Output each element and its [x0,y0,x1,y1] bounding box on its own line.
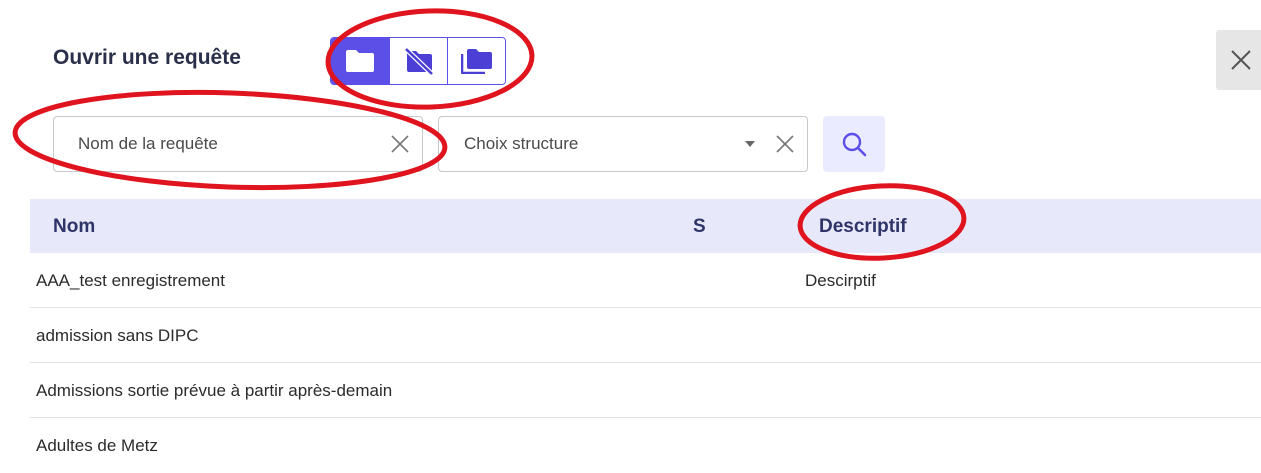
row-name-cell: admission sans DIPC [36,326,199,345]
table-row[interactable]: Admissions sortie prévue à partir après-… [30,363,1261,418]
row-name-cell: Adultes de Metz [36,436,158,455]
table-header: Nom S Descriptif [30,199,1261,253]
table-row[interactable]: Adultes de Metz [30,418,1261,473]
view-folders-button[interactable] [447,38,505,84]
clear-icon [391,135,409,153]
dialog-title: Ouvrir une requête [53,46,241,69]
chevron-down-icon[interactable] [737,139,763,149]
folder-icon [346,50,374,72]
row-name-cell: Admissions sortie prévue à partir après-… [36,381,393,400]
clear-structure-button[interactable] [763,134,807,154]
table-row[interactable]: AAA_test enregistrement Descirptif [30,253,1261,308]
view-toggle-group [330,37,506,85]
query-name-input[interactable]: Nom de la requête [53,116,423,172]
row-description-cell: Descirptif [805,271,876,290]
view-folder-off-button[interactable] [389,38,447,84]
clear-icon [776,135,794,153]
view-folder-button[interactable] [331,38,389,84]
column-header-s[interactable]: S [693,216,706,238]
folders-icon [460,49,492,74]
folder-off-icon [403,47,434,75]
search-icon [842,132,867,157]
close-button[interactable] [1216,30,1261,90]
column-header-name[interactable]: Nom [53,216,95,238]
structure-select[interactable]: Choix structure [438,116,808,172]
table-row[interactable]: admission sans DIPC [30,308,1261,363]
query-name-value: Nom de la requête [78,134,218,153]
structure-select-value: Choix structure [464,134,579,153]
row-name-cell: AAA_test enregistrement [36,271,225,290]
close-icon [1231,50,1251,70]
clear-name-button[interactable] [378,134,422,154]
search-button[interactable] [823,116,885,172]
column-header-description[interactable]: Descriptif [819,216,907,238]
